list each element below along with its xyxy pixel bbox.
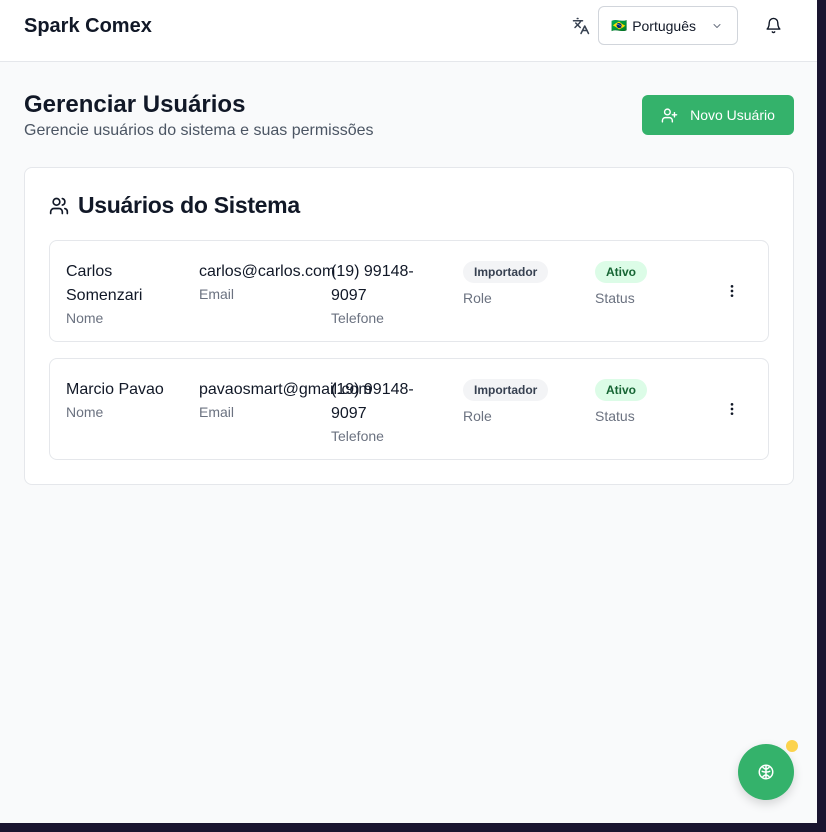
name-label: Nome <box>66 404 104 420</box>
phone-cell: (19) 99148-9097 Telefone <box>331 378 431 446</box>
user-plus-icon <box>661 107 678 123</box>
more-vertical-icon <box>730 285 734 297</box>
brand-name: Spark Comex <box>24 15 152 37</box>
user-name: Carlos Somenzari <box>66 263 143 304</box>
bell-icon[interactable] <box>765 17 782 34</box>
phone-label: Telefone <box>331 428 384 444</box>
user-email: carlos@carlos.com <box>199 263 336 280</box>
status-cell: Ativo Status <box>595 261 647 308</box>
role-badge: Importador <box>463 261 549 283</box>
role-badge: Importador <box>463 379 549 401</box>
status-label: Status <box>595 290 635 306</box>
status-cell: Ativo Status <box>595 379 647 426</box>
new-user-button[interactable]: Novo Usuário <box>642 95 794 135</box>
language-label: Português <box>632 17 697 34</box>
card-header: Usuários do Sistema <box>49 192 300 219</box>
status-label: Status <box>595 408 635 424</box>
translate-icon[interactable] <box>572 17 590 35</box>
name-cell: Carlos Somenzari Nome <box>66 260 186 328</box>
card-title: Usuários do Sistema <box>78 192 300 218</box>
email-label: Email <box>199 286 235 302</box>
name-cell: Marcio Pavao Nome <box>66 378 186 422</box>
role-cell: Importador Role <box>463 379 549 426</box>
more-vertical-icon <box>730 403 734 415</box>
page-title: Gerenciar Usuários <box>24 91 246 118</box>
app-window: Spark Comex 🇧🇷 Português Gerenciar Usuár… <box>0 0 817 823</box>
page-subtitle: Gerencie usuários do sistema e suas perm… <box>24 122 374 139</box>
new-user-label: Novo Usuário <box>690 107 775 123</box>
email-label: Email <box>199 404 235 420</box>
user-name: Marcio Pavao <box>66 381 164 398</box>
assistant-fab-button[interactable] <box>738 744 794 800</box>
row-actions-button[interactable] <box>722 397 742 421</box>
name-label: Nome <box>66 310 104 326</box>
user-phone: (19) 99148-9097 <box>331 263 414 304</box>
role-label: Role <box>463 290 492 306</box>
brain-icon <box>758 764 774 780</box>
top-bar: Spark Comex 🇧🇷 Português <box>0 0 817 62</box>
role-label: Role <box>463 408 492 424</box>
status-badge: Ativo <box>595 261 647 283</box>
status-badge: Ativo <box>595 379 647 401</box>
phone-cell: (19) 99148-9097 Telefone <box>331 260 431 328</box>
notification-dot <box>786 740 798 752</box>
user-row: Marcio Pavao Nome pavaosmart@gmail.com E… <box>49 358 769 460</box>
user-row: Carlos Somenzari Nome carlos@carlos.com … <box>49 240 769 342</box>
language-select[interactable]: 🇧🇷 Português <box>598 6 738 45</box>
email-cell: carlos@carlos.com Email <box>199 260 336 304</box>
role-cell: Importador Role <box>463 261 549 308</box>
brazil-flag-icon: 🇧🇷 <box>611 17 628 33</box>
users-icon <box>49 197 69 214</box>
chevron-down-icon <box>713 24 721 28</box>
row-actions-button[interactable] <box>722 279 742 303</box>
users-card: Usuários do Sistema Carlos Somenzari Nom… <box>24 167 794 485</box>
phone-label: Telefone <box>331 310 384 326</box>
email-cell: pavaosmart@gmail.com Email <box>199 378 372 422</box>
user-phone: (19) 99148-9097 <box>331 381 414 422</box>
user-email: pavaosmart@gmail.com <box>199 381 372 398</box>
